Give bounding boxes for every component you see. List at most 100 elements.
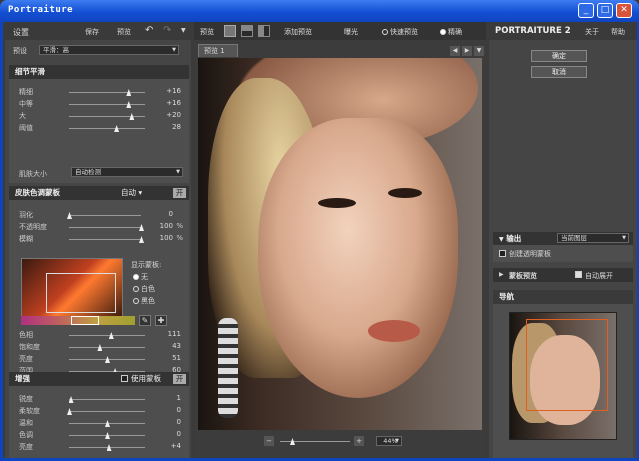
color-picker[interactable]	[21, 258, 123, 324]
slider-track[interactable]	[69, 347, 145, 348]
slider-label: 精细	[19, 88, 33, 96]
undo-icon[interactable]: ↶	[145, 25, 153, 36]
slider-value: +16	[166, 87, 181, 95]
zoom-out-icon[interactable]: −	[264, 436, 274, 446]
mask-radio-white[interactable]: 白色	[133, 284, 155, 294]
zoom-in-icon[interactable]: +	[354, 436, 364, 446]
skin-mask-header[interactable]: 皮肤色调蒙板 自动 ▾ 开	[9, 186, 189, 200]
close-button[interactable]: ✕	[616, 3, 632, 18]
fast-preview-radio[interactable]: 快速预览	[382, 27, 418, 37]
auto-expand-checkbox[interactable]	[575, 271, 582, 278]
save-button[interactable]: 保存	[85, 27, 99, 37]
output-dropdown[interactable]: 当前图层	[557, 233, 629, 243]
maximize-button[interactable]: □	[597, 3, 613, 18]
output-label: 输出	[506, 234, 522, 243]
enhance-header[interactable]: 增强 使用蒙板 开	[9, 372, 189, 386]
slider-value: +4	[170, 442, 181, 450]
about-button[interactable]: 关于	[585, 27, 599, 37]
cancel-button[interactable]: 取消	[531, 66, 587, 78]
preview-image[interactable]	[198, 58, 482, 430]
split-horizontal-icon[interactable]	[241, 25, 253, 37]
help-button[interactable]: 帮助	[611, 27, 625, 37]
mask-radio-black[interactable]: 黑色	[133, 296, 155, 306]
preset-dropdown[interactable]: 平滑：高	[39, 45, 179, 55]
window-title: Portraiture	[8, 5, 74, 15]
single-view-icon[interactable]	[224, 25, 236, 37]
zoom-dropdown[interactable]: 44%	[376, 436, 402, 446]
radio-icon	[382, 29, 388, 35]
slider-row: 大 +20	[9, 111, 189, 121]
slider-row: 精细 +16	[9, 87, 189, 97]
right-panel: PORTRAITURE 2 关于 帮助 确定 取消 ▼ 输出 当前图层 创建透明…	[489, 22, 637, 458]
radio-none-label: 无	[141, 273, 148, 281]
slider-row: 模糊 100%	[9, 234, 189, 244]
slider-track[interactable]	[69, 128, 145, 129]
preview-label: 预览	[200, 28, 214, 36]
feature-dropdown[interactable]: 自动检测	[71, 167, 183, 177]
slider-track[interactable]	[69, 335, 145, 336]
tab-preview-1[interactable]: 预览 1	[198, 44, 238, 57]
slider-label: 模糊	[19, 235, 33, 243]
radio-icon	[440, 29, 446, 35]
use-mask-checkbox[interactable]	[121, 375, 128, 382]
left-toolbar: 设置 保存 预览 ↶ ↷ ▼	[5, 22, 191, 40]
face-shape	[258, 118, 458, 398]
navigator-thumbnail[interactable]	[509, 312, 617, 440]
detail-title: 细节平滑	[15, 67, 45, 76]
output-section: ▼ 输出 当前图层 创建透明蒙板	[493, 232, 633, 262]
preview-button[interactable]: 预览	[117, 27, 131, 37]
mask-radio-none[interactable]: 无	[133, 272, 148, 282]
slider-track[interactable]	[69, 399, 145, 400]
accurate-radio[interactable]: 精确	[440, 27, 462, 37]
slider-track[interactable]	[69, 104, 145, 105]
eyedropper-plus-icon[interactable]: ✚	[155, 315, 167, 326]
redo-icon[interactable]: ↷	[163, 25, 171, 36]
zoom-track[interactable]	[280, 441, 350, 442]
slider-row: 中等 +16	[9, 99, 189, 109]
slider-value: 0	[176, 430, 181, 438]
accurate-label: 精确	[448, 28, 462, 36]
left-eye-shape	[318, 198, 356, 208]
left-panel: 设置 保存 预览 ↶ ↷ ▼ 预设 平滑：高 细节平滑 精细 +16 中等 +16 大 +…	[5, 22, 191, 458]
slider-label: 温和	[19, 419, 33, 427]
feature-label: 肌肤大小	[19, 170, 47, 178]
slider-value: +20	[166, 111, 181, 119]
menu-arrow-icon[interactable]: ▼	[181, 27, 186, 34]
detail-header[interactable]: 细节平滑	[9, 65, 189, 79]
slider-label: 锐度	[19, 395, 33, 403]
slider-track[interactable]	[69, 447, 145, 448]
slider-row: 柔软度 0	[9, 406, 189, 416]
exposure-button[interactable]: 曝光	[344, 27, 358, 37]
navigator-viewport-box[interactable]	[526, 319, 608, 411]
slider-track[interactable]	[69, 411, 145, 412]
slider-label: 饱和度	[19, 343, 40, 351]
add-preview-button[interactable]: 添加预览	[284, 27, 312, 37]
detail-section: 细节平滑 精细 +16 中等 +16 大 +20 阈值 28 肌肤大小 自动检测	[9, 65, 189, 183]
hue-strip[interactable]	[21, 316, 135, 325]
minimize-button[interactable]: _	[578, 3, 594, 18]
slider-track[interactable]	[69, 92, 145, 93]
tab-next-icon[interactable]: ▶	[462, 46, 472, 56]
slider-track[interactable]	[69, 227, 141, 228]
slider-track[interactable]	[69, 116, 145, 117]
mask-preview-header[interactable]: ▶ 蒙板预览 自动展开	[493, 268, 633, 282]
enhance-toggle[interactable]: 开	[173, 374, 186, 384]
slider-track[interactable]	[69, 215, 141, 216]
tab-prev-icon[interactable]: ◀	[450, 46, 460, 56]
slider-value: 0	[176, 418, 181, 426]
slider-track[interactable]	[69, 239, 141, 240]
split-vertical-icon[interactable]	[258, 25, 270, 37]
tab-menu-icon[interactable]: ▼	[474, 46, 484, 56]
hue-range-handle[interactable]	[71, 316, 99, 325]
output-header[interactable]: ▼ 输出 当前图层	[493, 232, 633, 245]
slider-label: 不透明度	[19, 223, 47, 231]
skin-mask-toggle[interactable]: 开	[173, 188, 186, 198]
skin-mode-dropdown[interactable]: 自动 ▾	[121, 186, 142, 200]
slider-label: 中等	[19, 100, 33, 108]
eyedropper-icon[interactable]: ✎	[139, 315, 151, 326]
percent-sign: %	[176, 234, 183, 242]
color-range-box[interactable]	[46, 273, 116, 313]
ok-button[interactable]: 确定	[531, 50, 587, 62]
create-mask-checkbox[interactable]	[499, 250, 506, 257]
navigator-section: 导航	[493, 290, 633, 458]
